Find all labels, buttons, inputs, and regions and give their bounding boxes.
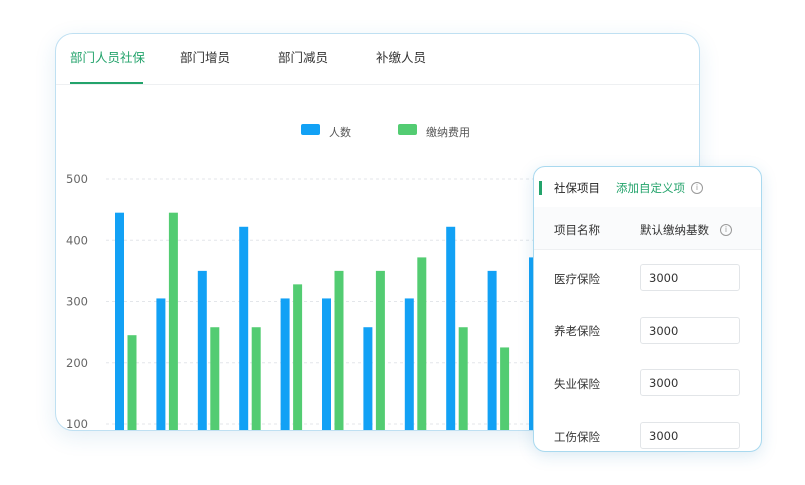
bar-people[interactable] [487,270,497,430]
column-header-default-base: 默认缴纳基数 [640,223,709,237]
tab-dept-reduce[interactable]: 部门减员 [278,47,328,66]
bar-people[interactable] [280,298,290,430]
bar-fee[interactable] [417,257,427,430]
social-security-items-panel: 社保项目 添加自定义项 i 项目名称 默认缴纳基数 i 医疗保险 3000 养老… [533,166,762,452]
info-icon[interactable]: i [720,224,732,236]
unemployment-base-input[interactable]: 3000 [640,369,740,396]
panel-title-marker [539,181,542,195]
tab-back-pay[interactable]: 补缴人员 [376,47,426,66]
injury-base-input[interactable]: 3000 [640,422,740,449]
info-icon[interactable]: i [691,182,703,194]
legend-swatch-people [301,124,320,135]
bar-people[interactable] [115,212,124,430]
bar-people[interactable] [404,298,414,430]
bar-fee[interactable] [500,347,510,430]
tab-dept-add[interactable]: 部门增员 [180,47,230,66]
add-custom-item-link[interactable]: 添加自定义项 [616,180,685,196]
panel-header: 社保项目 添加自定义项 i [534,167,761,208]
legend-swatch-fee [398,124,417,135]
tab-dept-social-security[interactable]: 部门人员社保 [70,47,145,66]
bar-fee[interactable] [293,284,303,430]
medical-base-input[interactable]: 3000 [640,264,740,291]
bar-fee[interactable] [168,212,178,430]
tab-bar: 部门人员社保 部门增员 部门减员 补缴人员 [56,34,699,85]
row-label-unemployment: 失业保险 [554,377,600,391]
legend-label-fee: 缴纳费用 [426,126,470,139]
active-tab-indicator [70,82,143,84]
bar-people[interactable] [197,270,207,430]
legend-label-people: 人数 [329,126,351,139]
column-header-item-name: 项目名称 [554,223,600,237]
row-label-pension: 养老保险 [554,324,600,338]
panel-title: 社保项目 [554,181,600,195]
bar-people[interactable] [156,298,166,430]
bar-people[interactable] [363,327,373,430]
row-label-medical: 医疗保险 [554,272,600,286]
bar-people[interactable] [239,226,249,430]
bar-fee[interactable] [127,335,137,430]
bar-fee[interactable] [334,270,344,430]
y-tick-label: 400 [66,233,88,247]
bar-fee[interactable] [375,270,385,430]
bar-people[interactable] [322,298,331,430]
y-tick-label: 200 [66,356,88,370]
row-label-injury: 工伤保险 [554,430,600,444]
bar-fee[interactable] [251,327,261,430]
y-tick-label: 300 [66,295,88,309]
pension-base-input[interactable]: 3000 [640,317,740,344]
bar-people[interactable] [446,226,456,430]
bar-fee[interactable] [210,327,220,430]
y-tick-label: 500 [66,172,88,186]
bar-fee[interactable] [458,327,468,430]
y-tick-label: 100 [66,417,88,430]
